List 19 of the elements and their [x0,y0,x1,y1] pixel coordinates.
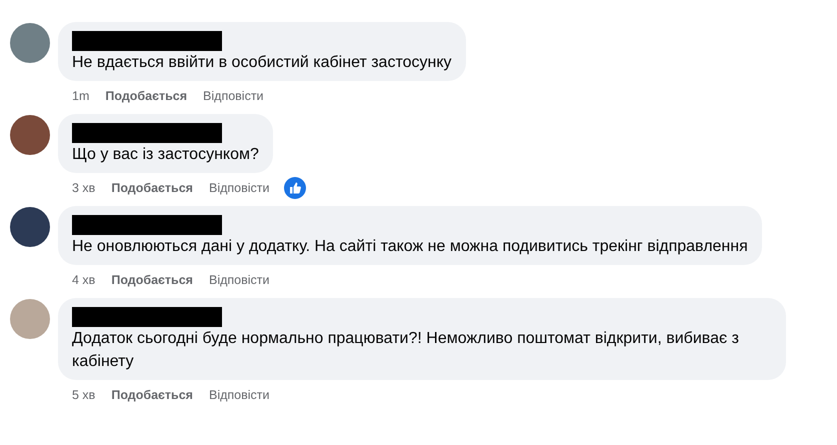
like-link[interactable]: Подобається [111,388,193,402]
reply-link[interactable]: Відповісти [208,388,270,402]
comment-text: Не вдається ввійти в особистий кабінет застосунку [72,53,452,73]
avatar-placeholder[interactable] [10,115,50,155]
comment-time[interactable]: 4 хв [72,273,96,287]
comment-text: Що у вас із застосунком? [72,145,259,165]
thumbs-up-icon[interactable] [284,177,306,199]
like-link[interactable]: Подобається [105,89,188,103]
comment-time[interactable]: 1m [72,89,90,103]
like-link[interactable]: Подобається [111,181,193,195]
avatar-placeholder[interactable] [10,207,50,247]
reply-link[interactable]: Відповісти [203,89,264,103]
reply-link[interactable]: Відповісти [208,273,270,287]
like-link[interactable]: Подобається [111,273,193,287]
comment-time[interactable]: 3 хв [72,181,96,195]
comment-text: Додаток сьогодні буде нормально працювати?! Неможливо поштомат відкрити, вибиває з кабінету [72,329,740,372]
comment-time[interactable]: 5 хв [72,388,96,402]
reply-link[interactable]: Відповісти [208,181,270,195]
comment-text: Не оновлюються дані у додатку. На сайті також не можна подивитись трекінг відправлення [72,237,748,257]
